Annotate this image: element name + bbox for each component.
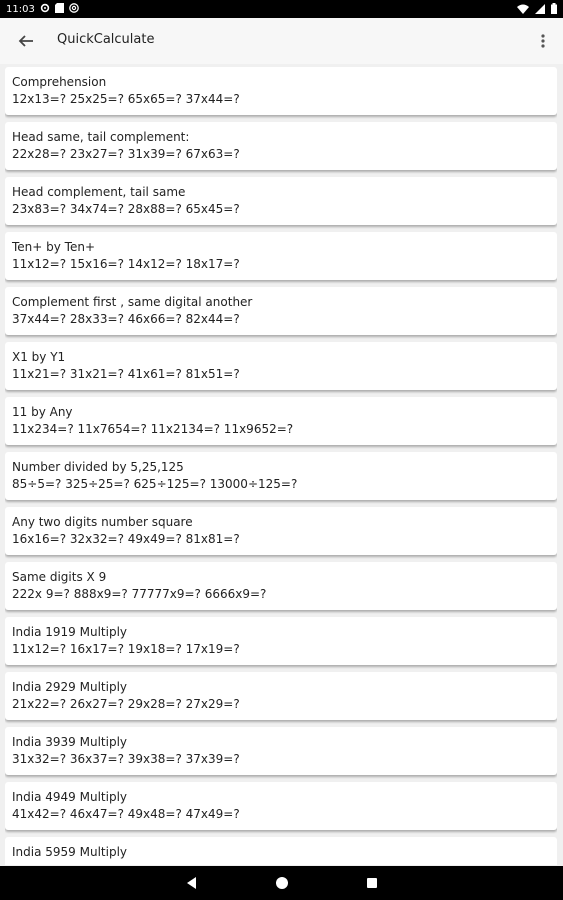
status-bar: 11:03	[0, 0, 563, 18]
recents-square-icon	[367, 878, 377, 888]
topic-item[interactable]: India 3939 Multiply 31x32=? 36x37=? 39x38…	[5, 727, 557, 775]
topic-title: Comprehension	[12, 75, 107, 89]
topic-title: Complement first , same digital another	[12, 295, 253, 309]
topic-title: India 2929 Multiply	[12, 680, 128, 694]
topic-title: X1 by Y1	[12, 350, 66, 364]
topic-examples: 12x13=? 25x25=? 65x65=? 37x44=?	[12, 92, 240, 106]
topic-item[interactable]: Ten+ by Ten+ 11x12=? 15x16=? 14x12=? 18x1…	[5, 232, 557, 280]
topic-examples: 31x32=? 36x37=? 39x38=? 37x39=?	[12, 752, 240, 766]
signal-icon	[535, 3, 545, 17]
topic-item[interactable]: X1 by Y1 11x21=? 31x21=? 41x61=? 81x51=?	[5, 342, 557, 390]
topic-item[interactable]: India 1919 Multiply 11x12=? 16x17=? 19x18…	[5, 617, 557, 665]
topic-item[interactable]: India 2929 Multiply 21x22=? 26x27=? 29x28…	[5, 672, 557, 720]
topic-item[interactable]: Complement first , same digital another 3…	[5, 287, 557, 335]
topic-title: India 5959 Multiply	[12, 845, 128, 859]
topic-examples: 11x21=? 31x21=? 41x61=? 81x51=?	[12, 367, 240, 381]
topic-item[interactable]: India 4949 Multiply 41x42=? 46x47=? 49x48…	[5, 782, 557, 830]
overflow-menu-button[interactable]	[533, 30, 553, 52]
topic-examples: 85÷5=? 325÷25=? 625÷125=? 13000÷125=?	[12, 477, 298, 491]
wifi-icon	[517, 4, 529, 17]
back-triangle-icon	[187, 877, 196, 889]
topic-item[interactable]: 11 by Any 11x234=? 11x7654=? 11x2134=? 11…	[5, 397, 557, 445]
topic-item[interactable]: Same digits X 9 222x 9=? 888x9=? 77777x9=…	[5, 562, 557, 610]
topic-examples: 222x 9=? 888x9=? 77777x9=? 6666x9=?	[12, 587, 267, 601]
topic-examples: 22x28=? 23x27=? 31x39=? 67x63=?	[12, 147, 240, 161]
topic-examples: 16x16=? 32x32=? 49x49=? 81x81=?	[12, 532, 240, 546]
topic-title: Ten+ by Ten+	[12, 240, 96, 254]
topic-title: 11 by Any	[12, 405, 73, 419]
topic-item[interactable]: Head same, tail complement: 22x28=? 23x27…	[5, 122, 557, 170]
topic-title: India 4949 Multiply	[12, 790, 128, 804]
more-vert-icon	[541, 34, 545, 48]
topic-list[interactable]: Comprehension 12x13=? 25x25=? 65x65=? 37x…	[5, 67, 557, 865]
topic-item[interactable]: Any two digits number square 16x16=? 32x3…	[5, 507, 557, 555]
topic-title: Number divided by 5,25,125	[12, 460, 184, 474]
app-bar: QuickCalculate	[0, 18, 563, 64]
topic-title: Same digits X 9	[12, 570, 107, 584]
topic-examples: 11x12=? 16x17=? 19x18=? 17x19=?	[12, 642, 240, 656]
status-time: 11:03	[6, 4, 35, 15]
topic-examples: 21x22=? 26x27=? 29x28=? 27x29=?	[12, 697, 240, 711]
topic-item[interactable]: Comprehension 12x13=? 25x25=? 65x65=? 37x…	[5, 67, 557, 115]
arrow-back-icon	[18, 35, 33, 47]
topic-item[interactable]: Number divided by 5,25,125 85÷5=? 325÷25=…	[5, 452, 557, 500]
topic-title: India 3939 Multiply	[12, 735, 128, 749]
topic-examples: 37x44=? 28x33=? 46x66=? 82x44=?	[12, 312, 240, 326]
gear-icon	[40, 3, 50, 16]
page-title: QuickCalculate	[57, 32, 155, 47]
topic-examples: 41x42=? 46x47=? 49x48=? 47x49=?	[12, 807, 240, 821]
topic-examples: 11x12=? 15x16=? 14x12=? 18x17=?	[12, 257, 240, 271]
nav-home-button[interactable]	[273, 874, 291, 892]
back-button[interactable]	[14, 30, 38, 52]
topic-title: Any two digits number square	[12, 515, 193, 529]
topic-examples: 11x234=? 11x7654=? 11x2134=? 11x9652=?	[12, 422, 294, 436]
nav-recents-button[interactable]	[363, 874, 381, 892]
at-sign-icon	[68, 3, 79, 16]
sd-card-icon	[54, 3, 64, 16]
topic-item[interactable]: Head complement, tail same 23x83=? 34x74=…	[5, 177, 557, 225]
topic-title: India 1919 Multiply	[12, 625, 128, 639]
nav-back-button[interactable]	[183, 874, 201, 892]
topic-title: Head same, tail complement:	[12, 130, 190, 144]
navigation-bar	[0, 866, 563, 900]
battery-icon	[551, 3, 557, 17]
home-circle-icon	[276, 877, 288, 889]
topic-title: Head complement, tail same	[12, 185, 186, 199]
topic-examples: 23x83=? 34x74=? 28x88=? 65x45=?	[12, 202, 240, 216]
topic-item[interactable]: India 5959 Multiply	[5, 837, 557, 865]
